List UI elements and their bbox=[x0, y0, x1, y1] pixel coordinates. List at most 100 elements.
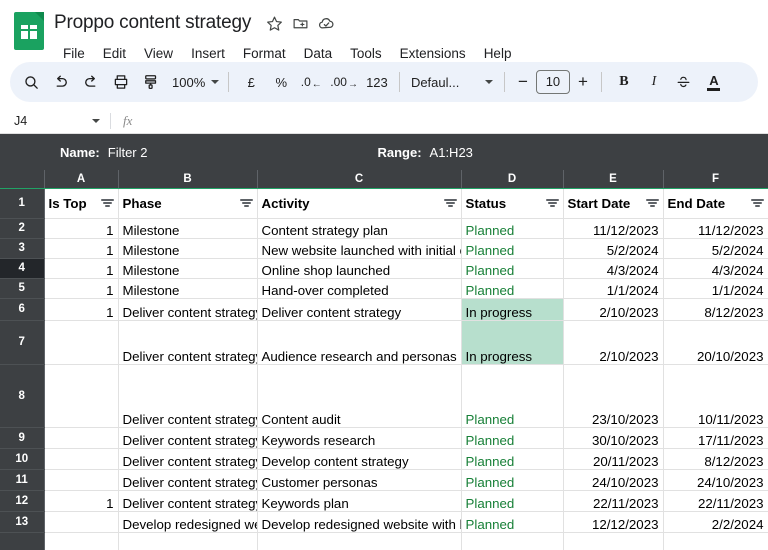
cell-a5[interactable]: 1 bbox=[44, 278, 119, 299]
cell-f8[interactable]: 10/11/2023 bbox=[663, 364, 768, 428]
cell-f11[interactable]: 24/10/2023 bbox=[663, 469, 768, 491]
cell-d7[interactable]: In progress bbox=[461, 320, 564, 365]
cell-d11[interactable]: Planned bbox=[461, 469, 564, 491]
row-header-1[interactable]: 1 bbox=[0, 188, 45, 219]
cell-b14[interactable] bbox=[118, 532, 258, 550]
increase-decimal-button[interactable]: .00 → bbox=[326, 67, 362, 97]
italic-button[interactable]: I bbox=[639, 67, 669, 97]
filter-icon-e[interactable] bbox=[645, 198, 659, 209]
zoom-selector[interactable]: 100% bbox=[166, 67, 221, 97]
cell-f9[interactable]: 17/11/2023 bbox=[663, 427, 768, 449]
row-header-2[interactable]: 2 bbox=[0, 218, 45, 239]
menu-format[interactable]: Format bbox=[234, 43, 295, 64]
column-header-d[interactable]: D bbox=[461, 170, 564, 189]
cell-b6[interactable]: Deliver content strategy bbox=[118, 298, 258, 321]
cell-b2[interactable]: Milestone bbox=[118, 218, 258, 239]
cell-c8[interactable]: Content audit bbox=[257, 364, 462, 428]
cell-b5[interactable]: Milestone bbox=[118, 278, 258, 299]
cell-e9[interactable]: 30/10/2023 bbox=[563, 427, 664, 449]
row-header-6[interactable]: 6 bbox=[0, 298, 45, 321]
row-header-11[interactable]: 11 bbox=[0, 469, 45, 491]
more-formats-button[interactable]: 123 bbox=[362, 67, 392, 97]
cell-a9[interactable] bbox=[44, 427, 119, 449]
select-all-corner[interactable] bbox=[0, 170, 45, 189]
cell-f13[interactable]: 2/2/2024 bbox=[663, 511, 768, 533]
menu-view[interactable]: View bbox=[135, 43, 182, 64]
cell-a8[interactable] bbox=[44, 364, 119, 428]
header-cell-activity[interactable]: Activity bbox=[257, 188, 462, 219]
cell-d5[interactable]: Planned bbox=[461, 278, 564, 299]
filter-icon-a[interactable] bbox=[100, 198, 114, 209]
cell-d6[interactable]: In progress bbox=[461, 298, 564, 321]
menu-help[interactable]: Help bbox=[475, 43, 521, 64]
name-box[interactable]: J4 bbox=[0, 108, 110, 133]
formula-input[interactable] bbox=[144, 108, 768, 133]
cell-f14[interactable] bbox=[663, 532, 768, 550]
cell-a11[interactable] bbox=[44, 469, 119, 491]
cloud-saved-icon[interactable] bbox=[313, 10, 339, 36]
filter-range-value[interactable]: A1:H23 bbox=[430, 145, 473, 160]
cell-c11[interactable]: Customer personas bbox=[257, 469, 462, 491]
cell-a10[interactable] bbox=[44, 448, 119, 470]
cell-c13[interactable]: Develop redesigned website with b bbox=[257, 511, 462, 533]
menu-tools[interactable]: Tools bbox=[341, 43, 391, 64]
row-header-8[interactable]: 8 bbox=[0, 364, 45, 428]
cell-f5[interactable]: 1/1/2024 bbox=[663, 278, 768, 299]
cell-d10[interactable]: Planned bbox=[461, 448, 564, 470]
filter-icon-f[interactable] bbox=[750, 198, 764, 209]
row-header-partial[interactable] bbox=[0, 532, 45, 550]
cell-d14[interactable] bbox=[461, 532, 564, 550]
text-color-button[interactable]: A bbox=[699, 67, 729, 97]
filter-icon-c[interactable] bbox=[443, 198, 457, 209]
cell-e8[interactable]: 23/10/2023 bbox=[563, 364, 664, 428]
cell-f7[interactable]: 20/10/2023 bbox=[663, 320, 768, 365]
search-icon[interactable] bbox=[16, 67, 46, 97]
cell-e2[interactable]: 11/12/2023 bbox=[563, 218, 664, 239]
font-family-selector[interactable]: Defaul... bbox=[407, 67, 497, 97]
header-cell-end-date[interactable]: End Date bbox=[663, 188, 768, 219]
cell-e10[interactable]: 20/11/2023 bbox=[563, 448, 664, 470]
cell-c2[interactable]: Content strategy plan bbox=[257, 218, 462, 239]
font-size-input[interactable]: 10 bbox=[535, 70, 570, 94]
decrease-decimal-button[interactable]: .0 ← bbox=[296, 67, 326, 97]
header-cell-phase[interactable]: Phase bbox=[118, 188, 258, 219]
cell-a14[interactable] bbox=[44, 532, 119, 550]
cell-b8[interactable]: Deliver content strategy bbox=[118, 364, 258, 428]
cell-d3[interactable]: Planned bbox=[461, 238, 564, 259]
cell-d8[interactable]: Planned bbox=[461, 364, 564, 428]
cell-b9[interactable]: Deliver content strategy bbox=[118, 427, 258, 449]
cell-a3[interactable]: 1 bbox=[44, 238, 119, 259]
cell-c10[interactable]: Develop content strategy bbox=[257, 448, 462, 470]
header-cell-start-date[interactable]: Start Date bbox=[563, 188, 664, 219]
currency-format-button[interactable]: £ bbox=[236, 67, 266, 97]
cell-b12[interactable]: Deliver content strategy bbox=[118, 490, 258, 512]
paint-format-icon[interactable] bbox=[136, 67, 166, 97]
cell-a12[interactable]: 1 bbox=[44, 490, 119, 512]
column-header-f[interactable]: F bbox=[663, 170, 768, 189]
strikethrough-button[interactable] bbox=[669, 67, 699, 97]
star-icon[interactable] bbox=[261, 10, 287, 36]
cell-c9[interactable]: Keywords research bbox=[257, 427, 462, 449]
cell-f10[interactable]: 8/12/2023 bbox=[663, 448, 768, 470]
menu-edit[interactable]: Edit bbox=[94, 43, 135, 64]
cell-c4[interactable]: Online shop launched bbox=[257, 258, 462, 279]
cell-e14[interactable] bbox=[563, 532, 664, 550]
cell-a7[interactable] bbox=[44, 320, 119, 365]
increase-font-size-button[interactable]: + bbox=[572, 72, 594, 92]
cell-c12[interactable]: Keywords plan bbox=[257, 490, 462, 512]
cell-b3[interactable]: Milestone bbox=[118, 238, 258, 259]
cell-b10[interactable]: Deliver content strategy bbox=[118, 448, 258, 470]
row-header-7[interactable]: 7 bbox=[0, 320, 45, 365]
cell-f12[interactable]: 22/11/2023 bbox=[663, 490, 768, 512]
cell-c6[interactable]: Deliver content strategy bbox=[257, 298, 462, 321]
cell-e6[interactable]: 2/10/2023 bbox=[563, 298, 664, 321]
cell-f6[interactable]: 8/12/2023 bbox=[663, 298, 768, 321]
cell-f4[interactable]: 4/3/2024 bbox=[663, 258, 768, 279]
cell-c14[interactable] bbox=[257, 532, 462, 550]
move-to-folder-icon[interactable] bbox=[287, 10, 313, 36]
header-cell-status[interactable]: Status bbox=[461, 188, 564, 219]
row-header-4[interactable]: 4 bbox=[0, 258, 45, 279]
cell-c5[interactable]: Hand-over completed bbox=[257, 278, 462, 299]
row-header-13[interactable]: 13 bbox=[0, 511, 45, 533]
cell-d2[interactable]: Planned bbox=[461, 218, 564, 239]
